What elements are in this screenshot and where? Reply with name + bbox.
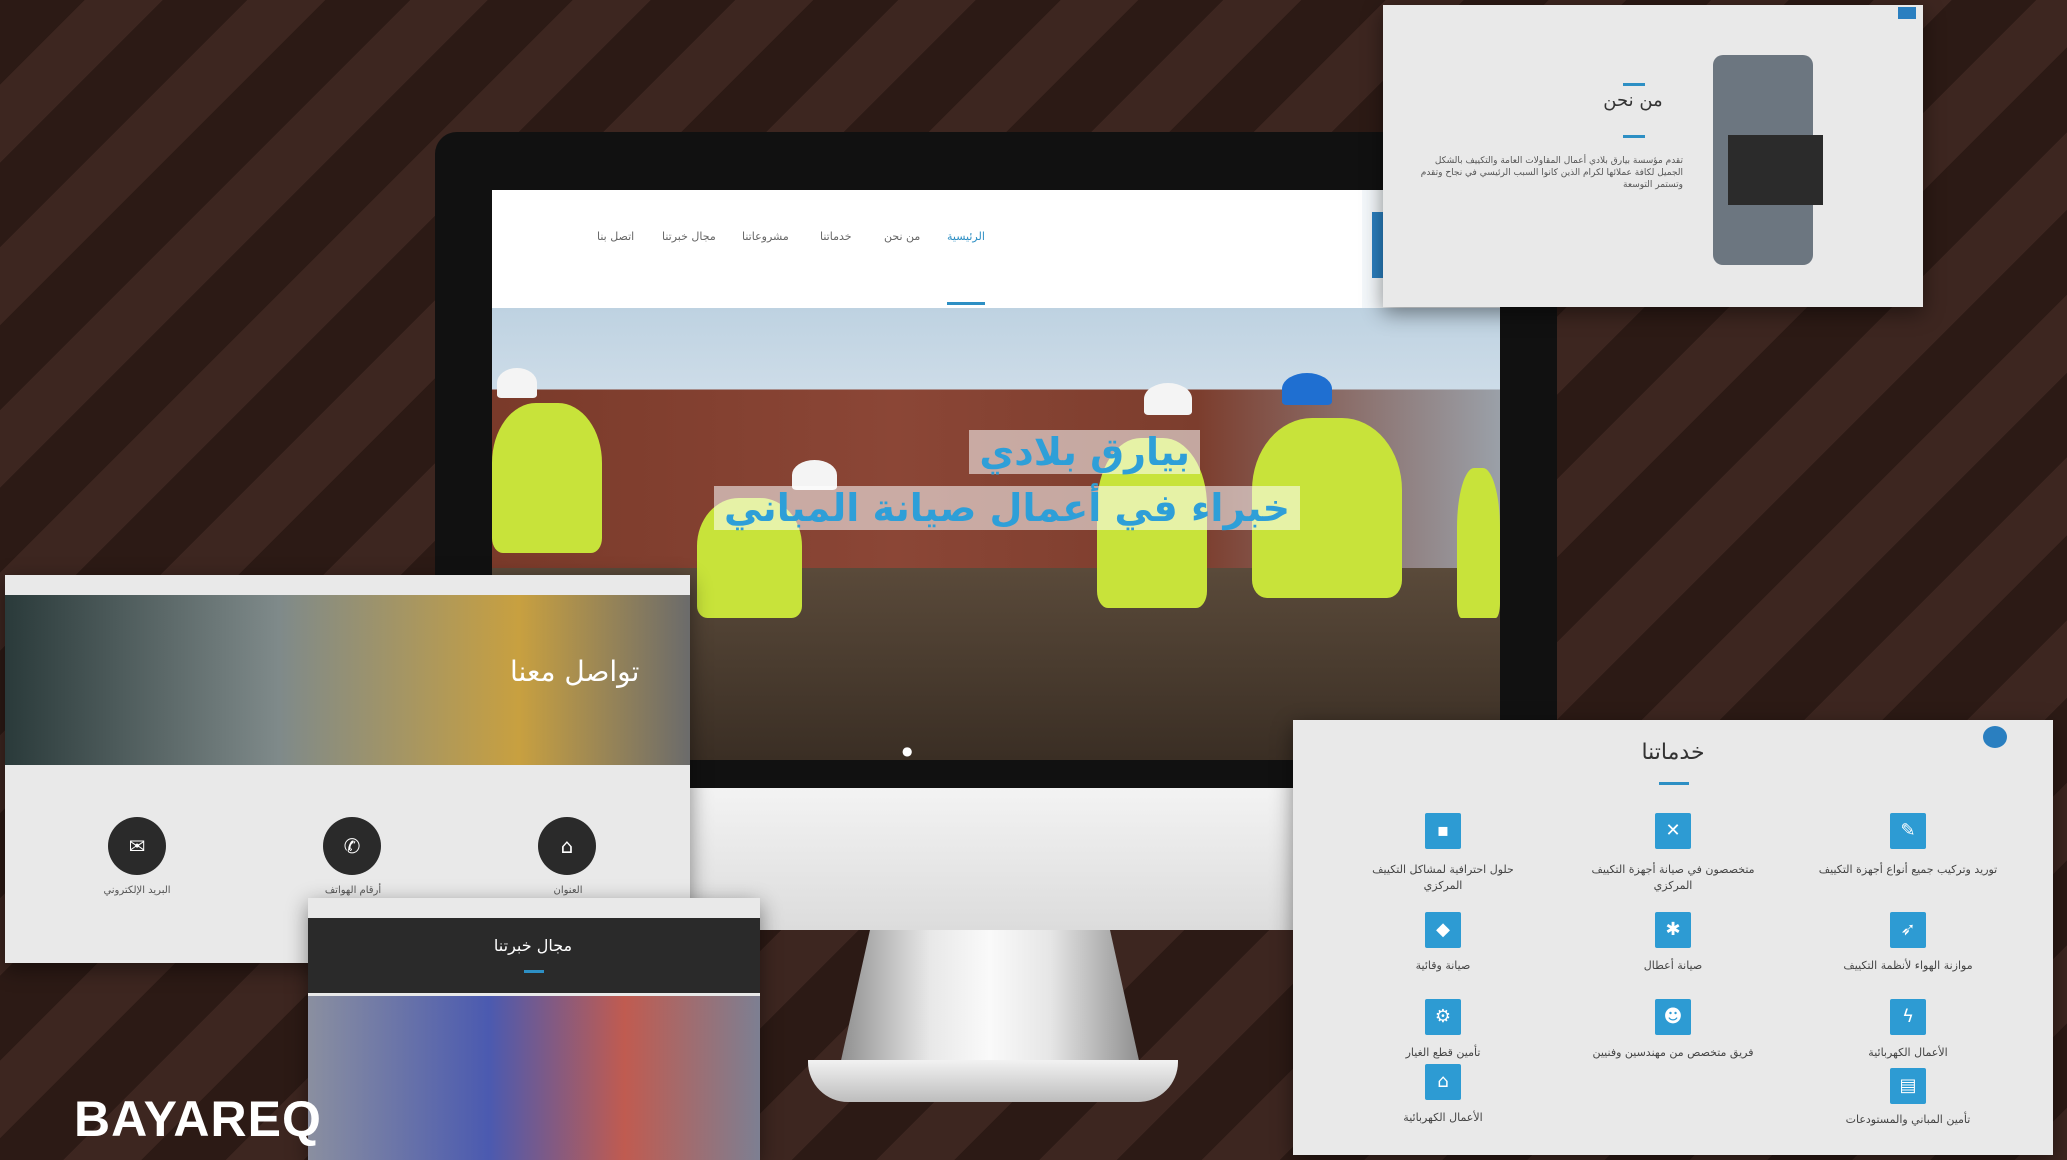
building-icon: ▤ — [1890, 1068, 1926, 1104]
map-icon[interactable]: ⌂ — [538, 817, 596, 875]
nav-projects[interactable]: مشروعاتنا — [742, 230, 789, 243]
shield-icon: ◆ — [1425, 912, 1461, 948]
hero-subtitle: خبراء في أعمال صيانة المباني — [713, 486, 1300, 530]
hero-title: بيارق بلادي — [969, 430, 1200, 474]
expertise-title-bar — [524, 970, 544, 973]
about-logo-icon — [1898, 7, 1916, 19]
contact-phone-label: أرقام الهواتف — [324, 885, 382, 896]
about-body: تقدم مؤسسة بيارق بلادي أعمال المقاولات ا… — [1420, 156, 1683, 190]
nav-active-indicator — [947, 302, 985, 305]
service-label: الأعمال الكهربائية — [1403, 1111, 1483, 1124]
about-panel: من نحن تقدم مؤسسة بيارق بلادي أعمال المق… — [1383, 5, 1923, 307]
team-icon: ☻ — [1655, 999, 1691, 1035]
phone-icon[interactable]: ✆ — [323, 817, 381, 875]
toolbox-photo — [1728, 135, 1823, 205]
envelope-icon[interactable]: ✉ — [108, 817, 166, 875]
electric-icon: ⌂ — [1425, 1064, 1461, 1100]
spare-parts-icon: ⚙ — [1425, 999, 1461, 1035]
monitor-stand — [840, 930, 1140, 1065]
worker-figure — [492, 403, 602, 553]
service-label: حلول احترافية لمشاكل التكييف المركزي — [1372, 863, 1514, 892]
brand-name: BAYAREQ — [74, 1091, 322, 1147]
service-label: تأمين قطع الغيار — [1405, 1046, 1481, 1059]
drill-icon: ▪ — [1425, 813, 1461, 849]
monitor-stand-base — [808, 1060, 1178, 1102]
wrench-icon: ✎ — [1890, 813, 1926, 849]
service-label: صيانة أعطال — [1643, 959, 1703, 972]
nav-contact[interactable]: اتصل بنا — [597, 230, 634, 243]
worker-helmet — [497, 368, 537, 398]
services-panel: خدماتنا ✎ توريد وتركيب جميع أنواع أجهزة … — [1293, 720, 2053, 1155]
services-logo-icon — [1983, 726, 2007, 748]
services-title-bar — [1659, 782, 1689, 785]
expertise-photos — [308, 996, 760, 1160]
worker-figure — [1457, 468, 1500, 618]
contact-title: تواصل معنا — [510, 655, 640, 688]
service-label: توريد وتركيب جميع أنواع أجهزة التكييف — [1818, 863, 1998, 876]
nav-expertise[interactable]: مجال خبرتنا — [662, 230, 716, 243]
tools-icon: ✕ — [1655, 813, 1691, 849]
lightning-icon: ϟ — [1890, 999, 1926, 1035]
service-label: الأعمال الكهربائية — [1868, 1046, 1948, 1059]
main-navbar: الرئيسية من نحن خدماتنا مشروعاتنا مجال خ… — [492, 190, 1500, 308]
service-label: موازنة الهواء لأنظمة التكييف — [1843, 959, 1973, 972]
about-title-bar — [1623, 83, 1645, 86]
service-label: متخصصون في صيانة أجهزة التكييف المركزي — [1591, 863, 1755, 892]
nav-services[interactable]: خدماتنا — [820, 230, 852, 243]
about-title-underline — [1623, 135, 1645, 138]
expertise-header — [308, 918, 760, 993]
contact-email-label: البريد الإلكتروني — [103, 885, 171, 896]
expertise-title: مجال خبرتنا — [493, 936, 573, 955]
services-title: خدماتنا — [1641, 740, 1705, 765]
slider-dots[interactable]: ● ● — [902, 744, 922, 760]
nav-home[interactable]: الرئيسية — [947, 230, 985, 243]
contact-address-label: العنوان — [553, 885, 583, 896]
fault-icon: ✱ — [1655, 912, 1691, 948]
service-label: فريق متخصص من مهندسين وفنيين — [1592, 1046, 1754, 1059]
worker-helmet — [1282, 373, 1332, 405]
service-label: تأمين المباني والمستودعات — [1845, 1113, 1971, 1126]
worker-helmet — [1144, 383, 1192, 415]
air-balance-icon: ➶ — [1890, 912, 1926, 948]
nav-about[interactable]: من نحن — [884, 230, 920, 243]
service-label: صيانة وقائية — [1415, 959, 1471, 972]
expertise-panel: مجال خبرتنا — [308, 898, 760, 1160]
